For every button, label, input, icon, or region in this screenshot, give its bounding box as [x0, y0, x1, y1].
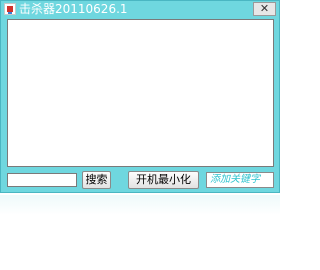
window-reflection	[0, 195, 280, 215]
app-icon	[4, 3, 16, 15]
title-bar[interactable]: 击杀器20110626.1 ✕	[1, 1, 279, 18]
startup-minimize-button[interactable]: 开机最小化	[128, 171, 199, 189]
close-button[interactable]: ✕	[253, 2, 276, 16]
search-button[interactable]: 搜索	[82, 171, 111, 189]
window-title: 击杀器20110626.1	[19, 2, 128, 16]
add-keyword-hint[interactable]: 添加关键字	[206, 172, 274, 188]
app-window: 击杀器20110626.1 ✕ 搜索 开机最小化 添加关键字	[0, 0, 280, 193]
results-list[interactable]	[7, 19, 274, 167]
search-input[interactable]	[7, 173, 77, 187]
